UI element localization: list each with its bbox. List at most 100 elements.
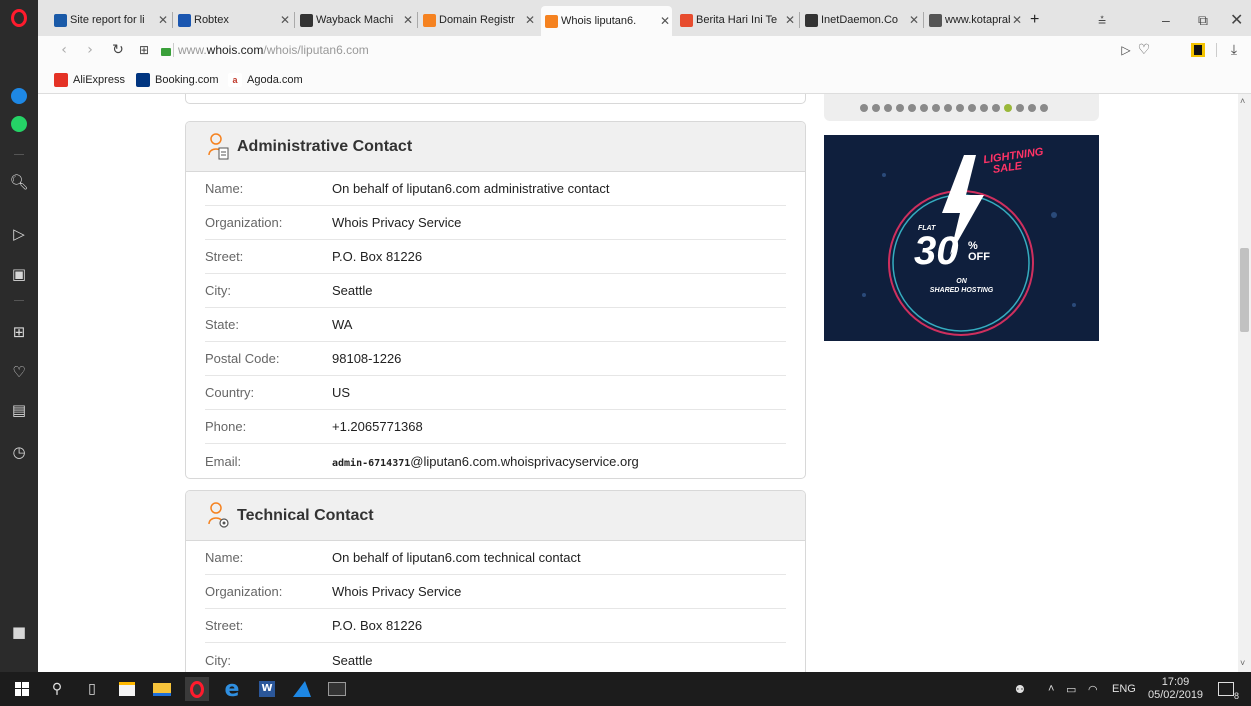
- language-indicator[interactable]: ENG: [1112, 672, 1136, 706]
- carousel-dot[interactable]: [1004, 104, 1012, 112]
- scrollbar-thumb[interactable]: [1240, 248, 1249, 332]
- page-scrollbar[interactable]: ˄ ˅: [1238, 94, 1251, 672]
- admin-contact-icon: [208, 132, 230, 161]
- reload-button[interactable]: ↻: [108, 40, 128, 60]
- store-icon[interactable]: [115, 677, 139, 701]
- tab-close-icon[interactable]: ✕: [1010, 13, 1024, 27]
- tab-close-icon[interactable]: ✕: [156, 13, 170, 27]
- tab-separator: [923, 12, 924, 28]
- tab-separator: [417, 12, 418, 28]
- scroll-up-icon[interactable]: ˄: [1240, 96, 1245, 106]
- url-field[interactable]: www. whois.com/whois/liputan6.com: [178, 41, 369, 59]
- tab-menu-icon[interactable]: ⩮: [1098, 8, 1106, 32]
- heart-icon[interactable]: ♡: [0, 360, 38, 384]
- tab[interactable]: Berita Hari Ini Te ✕: [676, 8, 797, 32]
- whois-icon: [423, 13, 436, 27]
- news-icon[interactable]: ▤: [0, 398, 38, 422]
- terminal-icon[interactable]: [325, 677, 349, 701]
- liputan6-icon: [680, 13, 693, 27]
- carousel-dot[interactable]: [992, 104, 1000, 112]
- carousel-dot[interactable]: [860, 104, 868, 112]
- search-icon[interactable]: 🔍︎: [0, 170, 38, 194]
- tab-close-icon[interactable]: ✕: [523, 13, 537, 27]
- scroll-down-icon[interactable]: ˅: [1240, 658, 1245, 668]
- whatsapp-icon[interactable]: [0, 112, 38, 136]
- tab[interactable]: Wayback Machi ✕: [296, 8, 415, 32]
- battery-icon[interactable]: ▭: [1066, 672, 1076, 706]
- field-value: On behalf of liputan6.com administrative…: [332, 181, 610, 196]
- carousel-dot[interactable]: [896, 104, 904, 112]
- bookmark-item[interactable]: a Agoda.com: [228, 72, 303, 88]
- carousel-dot[interactable]: [956, 104, 964, 112]
- previous-card-edge: [185, 94, 806, 104]
- carousel-dot[interactable]: [944, 104, 952, 112]
- carousel-dot[interactable]: [980, 104, 988, 112]
- tab[interactable]: Domain Registr ✕: [419, 8, 537, 32]
- wayback-icon: [300, 13, 313, 27]
- maximize-button[interactable]: ⧉: [1198, 8, 1208, 32]
- card-title: Administrative Contact: [237, 137, 413, 155]
- extension-icon[interactable]: [1188, 40, 1208, 60]
- carousel-dot[interactable]: [908, 104, 916, 112]
- speed-dial-icon[interactable]: ⊞: [0, 320, 38, 344]
- carousel-dot[interactable]: [968, 104, 976, 112]
- contact-row: Organization: Whois Privacy Service: [205, 575, 786, 609]
- notification-center-icon[interactable]: 8: [1218, 672, 1239, 706]
- bookmark-item[interactable]: Booking.com: [136, 72, 219, 88]
- opera-logo-icon[interactable]: [0, 6, 38, 30]
- bookmark-item[interactable]: AliExpress: [54, 72, 125, 88]
- bookmark-label: Agoda.com: [247, 74, 303, 86]
- new-tab-button[interactable]: +: [1030, 8, 1050, 32]
- carousel-dot[interactable]: [1028, 104, 1036, 112]
- app-icon[interactable]: [290, 677, 314, 701]
- download-icon[interactable]: ⤓: [1224, 40, 1244, 60]
- carousel-dot[interactable]: [932, 104, 940, 112]
- sidebar-toggle-icon[interactable]: ■: [0, 620, 38, 644]
- edge-icon[interactable]: e: [220, 677, 244, 702]
- forward-button[interactable]: ›: [80, 40, 100, 60]
- wifi-icon[interactable]: ◠: [1088, 672, 1098, 706]
- tab[interactable]: Whois liputan6. ✕: [541, 6, 672, 36]
- sidebar-divider: [14, 154, 24, 155]
- tab[interactable]: InetDaemon.Co ✕: [801, 8, 921, 32]
- bookmark-heart-icon[interactable]: ♡: [1134, 40, 1154, 60]
- search-icon[interactable]: ⚲: [45, 677, 69, 701]
- flow-icon[interactable]: ▷: [0, 222, 38, 246]
- tech-contact-icon: [208, 501, 230, 530]
- tab[interactable]: Site report for li ✕: [50, 8, 170, 32]
- field-label: Street:: [205, 618, 244, 633]
- snapshot-icon[interactable]: ▣: [0, 262, 38, 286]
- people-icon[interactable]: ⚉: [1015, 672, 1025, 706]
- contact-row: Name: On behalf of liputan6.com technical…: [205, 541, 786, 575]
- carousel-dot[interactable]: [872, 104, 880, 112]
- carousel-dot[interactable]: [1040, 104, 1048, 112]
- clock[interactable]: 17:09 05/02/2019: [1148, 672, 1203, 706]
- messenger-icon[interactable]: [0, 84, 38, 108]
- minimize-button[interactable]: –: [1162, 8, 1170, 32]
- tab-close-icon[interactable]: ✕: [278, 13, 292, 27]
- carousel-dot[interactable]: [884, 104, 892, 112]
- field-label: Name:: [205, 550, 244, 565]
- tab-close-icon[interactable]: ✕: [907, 13, 921, 27]
- file-explorer-icon[interactable]: [150, 677, 174, 701]
- close-window-button[interactable]: ✕: [1230, 8, 1243, 32]
- tab-close-icon[interactable]: ✕: [401, 13, 415, 27]
- field-value: Seattle: [332, 652, 373, 668]
- tab[interactable]: Robtex ✕: [174, 8, 292, 32]
- tray-expand-icon[interactable]: ˄: [1048, 672, 1054, 706]
- hosting-ad-banner[interactable]: LIGHTNING SALE FLAT 30 % OFF ON SHARED HOS…: [824, 135, 1099, 341]
- tab-close-icon[interactable]: ✕: [658, 14, 672, 28]
- history-icon[interactable]: ◷: [0, 440, 38, 464]
- word-icon[interactable]: W: [255, 677, 279, 701]
- windows-start-icon[interactable]: [10, 677, 34, 701]
- send-icon[interactable]: ▷: [1116, 40, 1136, 60]
- field-label: City:: [205, 652, 231, 668]
- back-button[interactable]: ‹: [54, 40, 74, 60]
- carousel-dot[interactable]: [920, 104, 928, 112]
- tab[interactable]: www.kotaprabu✕: [925, 8, 1024, 32]
- opera-taskbar-icon[interactable]: [185, 677, 209, 701]
- tab-close-icon[interactable]: ✕: [783, 13, 797, 27]
- carousel-dot[interactable]: [1016, 104, 1024, 112]
- task-view-icon[interactable]: ▯: [80, 677, 104, 701]
- speed-dial-button[interactable]: ⊞: [134, 40, 154, 60]
